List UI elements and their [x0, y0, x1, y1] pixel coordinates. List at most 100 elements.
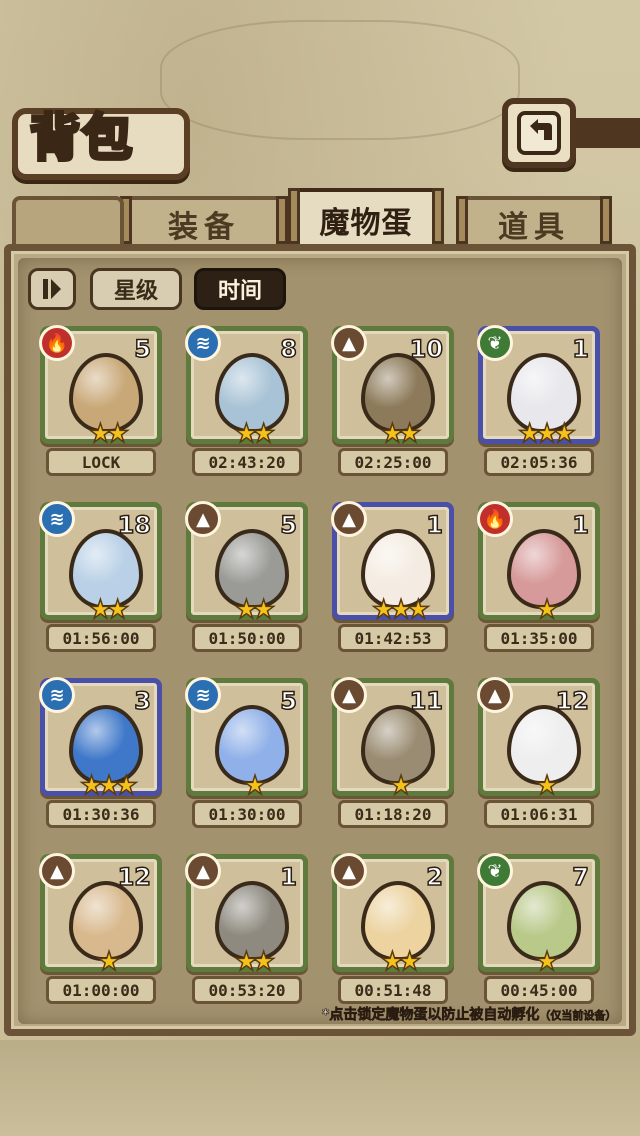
tab-label: 魔物蛋 [319, 206, 413, 241]
egg-card[interactable]: ▲ 1 ★★★ 01:42:53 [331, 501, 454, 652]
egg-count: 1 [572, 510, 590, 540]
egg-card[interactable]: ❦ 7 ★ 00:45:00 [477, 853, 600, 1004]
egg-card-frame: ▲ 12 ★ [477, 677, 600, 802]
egg-card-frame: 🔥 5 ★★ [39, 325, 162, 450]
star-rating-icon: ★ [389, 770, 414, 802]
egg-card[interactable]: ▲ 2 ★★ 00:51:48 [331, 853, 454, 1004]
hatch-timer: 00:53:20 [192, 976, 302, 1004]
egg-card[interactable]: ❦ 1 ★★★ 02:05:36 [477, 325, 600, 476]
egg-card[interactable]: ▲ 5 ★★ 01:50:00 [185, 501, 308, 652]
star-rating-icon: ★★ [88, 594, 130, 626]
star-rating-icon: ★★ [380, 418, 422, 450]
egg-count: 2 [426, 862, 444, 892]
water-element-icon: ≋ [39, 501, 75, 537]
egg-card[interactable]: ≋ 18 ★★ 01:56:00 [39, 501, 162, 652]
egg-card[interactable]: ▲ 12 ★ 01:06:31 [477, 677, 600, 828]
hatch-timer: 02:05:36 [484, 448, 594, 476]
earth-element-icon: ▲ [331, 501, 367, 537]
egg-card-frame: ▲ 1 ★★★ [331, 501, 454, 626]
star-rating-icon: ★★ [234, 946, 276, 978]
egg-card-frame: ▲ 2 ★★ [331, 853, 454, 978]
star-rating-icon: ★★ [234, 418, 276, 450]
egg-card-frame: ▲ 12 ★ [39, 853, 162, 978]
egg-count: 12 [117, 862, 152, 892]
water-element-icon: ≋ [185, 325, 221, 361]
star-rating-icon: ★★ [380, 946, 422, 978]
star-rating-icon: ★★★ [79, 770, 138, 802]
egg-card-frame: 🔥 1 ★ [477, 501, 600, 626]
lock-hint-note: （仅当前设备） [539, 1009, 617, 1023]
hatch-timer: 00:45:00 [484, 976, 594, 1004]
egg-count: 7 [572, 862, 590, 892]
sort-by-star-button[interactable]: 星级 [90, 268, 182, 310]
egg-count: 3 [134, 686, 152, 716]
egg-card[interactable]: ▲ 11 ★ 01:18:20 [331, 677, 454, 828]
egg-card[interactable]: ▲ 10 ★★ 02:25:00 [331, 325, 454, 476]
star-rating-icon: ★★ [88, 418, 130, 450]
star-rating-icon: ★ [243, 770, 268, 802]
egg-count: 12 [555, 686, 590, 716]
egg-card-frame: ❦ 7 ★ [477, 853, 600, 978]
star-rating-icon: ★★★ [371, 594, 430, 626]
egg-count: 5 [280, 510, 298, 540]
lock-hint: *点击锁定魔物蛋以防止被自动孵化（仅当前设备） [322, 1004, 617, 1024]
egg-card[interactable]: 🔥 5 ★★ LOCK [39, 325, 162, 476]
star-rating-icon: ★ [535, 770, 560, 802]
star-rating-icon: ★★ [234, 594, 276, 626]
earth-element-icon: ▲ [185, 501, 221, 537]
fire-element-icon: 🔥 [477, 501, 513, 537]
egg-card[interactable]: ▲ 1 ★★ 00:53:20 [185, 853, 308, 1004]
earth-element-icon: ▲ [331, 325, 367, 361]
egg-card-frame: ▲ 5 ★★ [185, 501, 308, 626]
egg-count: 1 [572, 334, 590, 364]
star-rating-icon: ★ [535, 946, 560, 978]
earth-element-icon: ▲ [331, 677, 367, 713]
hatch-timer: 01:35:00 [484, 624, 594, 652]
tab-post [276, 196, 288, 244]
egg-count: 5 [134, 334, 152, 364]
egg-count: 1 [280, 862, 298, 892]
tab-items[interactable]: 道具 [456, 196, 612, 248]
hatch-timer: 01:50:00 [192, 624, 302, 652]
tab-monster-egg[interactable]: 魔物蛋 [288, 188, 444, 248]
egg-count: 1 [426, 510, 444, 540]
leaf-element-icon: ❦ [477, 325, 513, 361]
hatch-timer: LOCK [46, 448, 156, 476]
hatch-timer: 01:30:36 [46, 800, 156, 828]
egg-card[interactable]: ≋ 3 ★★★ 01:30:36 [39, 677, 162, 828]
earth-element-icon: ▲ [477, 677, 513, 713]
earth-element-icon: ▲ [331, 853, 367, 889]
tab-label: 装备 [168, 210, 240, 245]
water-element-icon: ≋ [185, 677, 221, 713]
water-element-icon: ≋ [39, 677, 75, 713]
tab-post [600, 196, 612, 244]
hatch-timer: 01:06:31 [484, 800, 594, 828]
hatch-timer: 01:18:20 [338, 800, 448, 828]
egg-card-frame: ▲ 1 ★★ [185, 853, 308, 978]
egg-count: 5 [280, 686, 298, 716]
sort-by-time-button[interactable]: 时间 [194, 268, 286, 310]
egg-card[interactable]: ▲ 12 ★ 01:00:00 [39, 853, 162, 1004]
hatch-timer: 02:25:00 [338, 448, 448, 476]
tab-equipment[interactable]: 装备 [120, 196, 288, 248]
egg-card-frame: ≋ 8 ★★ [185, 325, 308, 450]
egg-card[interactable]: ≋ 8 ★★ 02:43:20 [185, 325, 308, 476]
egg-card-frame: ❦ 1 ★★★ [477, 325, 600, 450]
back-button[interactable] [502, 98, 576, 168]
hatch-timer: 01:56:00 [46, 624, 156, 652]
star-rating-icon: ★ [535, 594, 560, 626]
egg-count: 18 [117, 510, 152, 540]
star-rating-icon: ★ [97, 946, 122, 978]
sort-toggle-icon [43, 279, 61, 299]
tab-middle-deco [12, 196, 124, 248]
sort-toggle-button[interactable] [28, 268, 76, 310]
hatch-timer: 00:51:48 [338, 976, 448, 1004]
egg-card[interactable]: ≋ 5 ★ 01:30:00 [185, 677, 308, 828]
egg-card-frame: ▲ 11 ★ [331, 677, 454, 802]
page-title: 背包 [28, 107, 134, 169]
tab-bar: 装备 魔物蛋 道具 [12, 188, 628, 248]
tab-label: 道具 [498, 210, 570, 245]
tab-post [432, 188, 444, 244]
egg-card[interactable]: 🔥 1 ★ 01:35:00 [477, 501, 600, 652]
tab-post [456, 196, 468, 244]
